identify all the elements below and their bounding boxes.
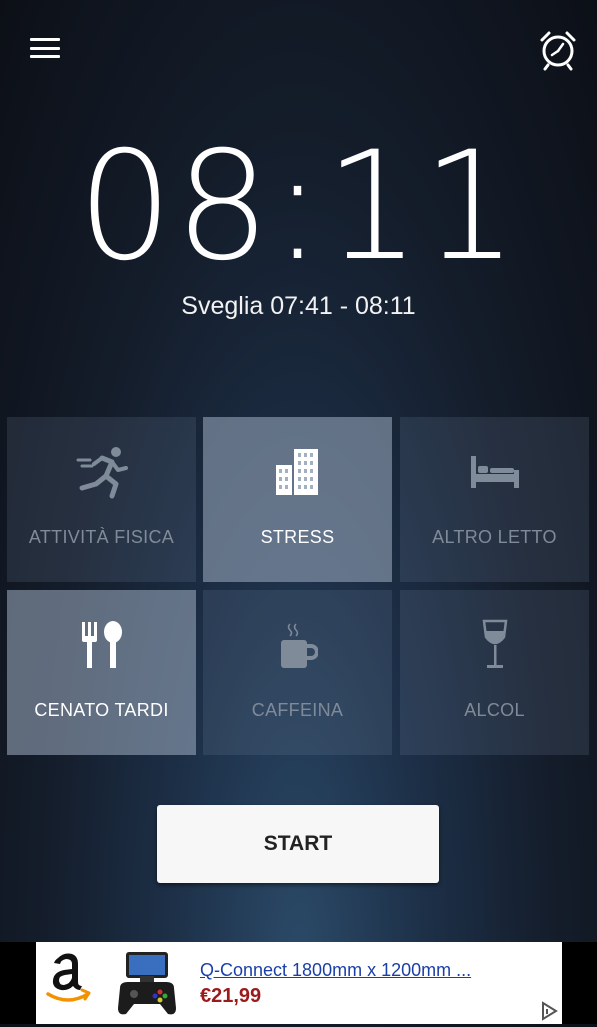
factor-label: CENATO TARDI [34,700,169,720]
factor-label: STRESS [260,527,335,547]
factor-label: ALCOL [464,700,525,720]
buildings-icon [203,417,392,527]
product-image [116,948,178,1018]
hamburger-menu-icon[interactable] [30,38,62,64]
alarm-clock-icon[interactable] [536,28,580,72]
ad-banner: Q-Connect 1800mm x 1200mm ... €21,99 [0,942,597,1024]
ad-content[interactable]: Q-Connect 1800mm x 1200mm ... €21,99 [36,942,562,1024]
factor-label: ALTRO LETTO [432,527,557,547]
factor-tile-caffeine[interactable]: CAFFEINA [203,590,392,755]
factor-tile-other-bed[interactable]: ALTRO LETTO [400,417,589,582]
coffee-cup-icon [203,590,392,700]
adchoices-icon[interactable] [538,1000,560,1022]
fork-spoon-icon [7,590,196,700]
bed-icon [400,417,589,527]
factor-label: CAFFEINA [251,700,344,720]
running-person-icon [7,417,196,527]
top-bar [0,0,597,100]
wine-glass-icon [400,590,589,700]
factor-tile-alcohol[interactable]: ALCOL [400,590,589,755]
amazon-logo-icon [44,950,94,1008]
ad-title-link[interactable]: Q-Connect 1800mm x 1200mm ... [200,960,471,981]
wake-window-text: Sveglia 07:41 - 08:11 [181,292,416,320]
factor-tile-stress[interactable]: STRESS [203,417,392,582]
alarm-time-display[interactable]: 08:11 [0,122,597,292]
start-button[interactable]: START [157,805,439,883]
factor-tile-physical-activity[interactable]: ATTIVITÀ FISICA [7,417,196,582]
ad-price: €21,99 [200,985,262,1007]
factor-tile-late-dinner[interactable]: CENATO TARDI [7,590,196,755]
factor-label: ATTIVITÀ FISICA [28,527,175,547]
